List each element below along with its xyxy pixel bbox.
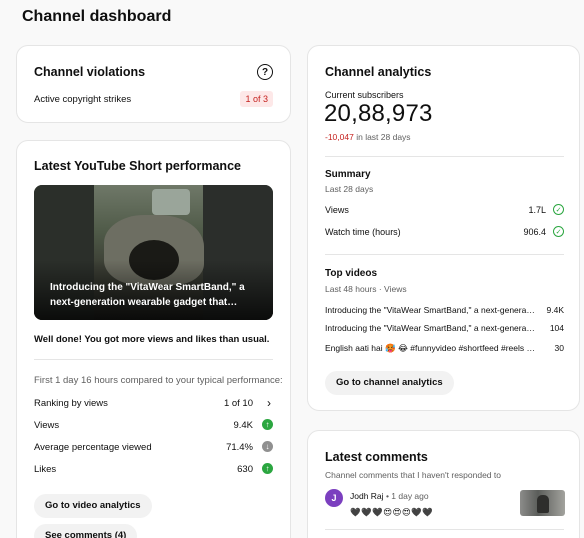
top-video-views: 104 [549, 323, 564, 333]
comment-video-thumbnail[interactable] [520, 490, 565, 516]
subscriber-change-period: in last 28 days [356, 132, 411, 142]
compare-text: First 1 day 16 hours compared to your ty… [34, 375, 283, 386]
arrow-up-icon: ↑ [262, 463, 273, 474]
short-performance-card: Latest YouTube Short performance Introdu… [16, 140, 291, 538]
check-icon: ✓ [553, 204, 564, 215]
metric-row-likes: Likes 630 ↑ [34, 463, 273, 478]
summary-value: 1.7L [528, 205, 546, 215]
subscribers-label: Current subscribers [325, 90, 404, 100]
metric-row-views: Views 9.4K ↑ [34, 419, 273, 434]
thumbnail-scene [537, 495, 549, 513]
top-video-title: Introducing the "VitaWear SmartBand," a … [325, 305, 537, 315]
metric-row-avg-viewed: Average percentage viewed 71.4% ↓ [34, 441, 273, 456]
summary-label: Views [325, 205, 349, 215]
top-video-title: English aati hai 🥵 😂 #funnyvideo #shortf… [325, 343, 537, 353]
see-comments-button[interactable]: See comments (4) [34, 524, 138, 538]
top-video-title: Introducing the "VitaWear SmartBand," a … [325, 323, 537, 333]
strikes-label: Active copyright strikes [34, 94, 132, 105]
metric-value: 9.4K [233, 420, 253, 431]
top-video-views: 30 [554, 343, 564, 353]
summary-value: 906.4 [523, 227, 546, 237]
comment-author-name[interactable]: Jodh Raj [350, 491, 384, 501]
arrow-down-icon: ↓ [262, 441, 273, 452]
summary-row-views: Views 1.7L ✓ [325, 204, 564, 219]
comment-time: • 1 day ago [385, 491, 429, 501]
check-icon: ✓ [553, 226, 564, 237]
top-videos-title: Top videos [325, 268, 378, 279]
top-video-views: 9.4K [546, 305, 565, 315]
subscriber-change: -10,047 in last 28 days [325, 132, 411, 142]
summary-period: Last 28 days [325, 184, 374, 194]
top-video-row[interactable]: English aati hai 🥵 😂 #funnyvideo #shortf… [325, 343, 564, 357]
strikes-badge: 1 of 3 [240, 91, 273, 107]
divider [325, 254, 564, 255]
comment-text: 🖤🖤🖤😍😍😍🖤🖤 [350, 507, 434, 517]
metric-label: Views [34, 420, 60, 431]
subscriber-count: 20,88,973 [324, 100, 433, 127]
metric-label: Ranking by views [34, 398, 108, 409]
top-videos-period: Last 48 hours · Views [325, 284, 407, 294]
arrow-up-icon: ↑ [262, 419, 273, 430]
metric-value: 630 [237, 464, 253, 475]
divider [34, 359, 273, 360]
channel-analytics-card: Channel analytics Current subscribers 20… [307, 45, 580, 411]
metric-value: 1 of 10 [223, 398, 253, 409]
channel-violations-card: Channel violations ? Active copyright st… [16, 45, 291, 123]
divider [325, 529, 564, 530]
latest-comments-card: Latest comments Channel comments that I … [307, 430, 580, 538]
divider [325, 156, 564, 157]
short-performance-title: Latest YouTube Short performance [34, 159, 241, 173]
top-video-row[interactable]: Introducing the "VitaWear SmartBand," a … [325, 305, 564, 319]
subscriber-change-value: -10,047 [325, 132, 354, 142]
avatar[interactable]: J [325, 489, 343, 507]
top-video-row[interactable]: Introducing the "VitaWear SmartBand," a … [325, 323, 564, 337]
summary-label: Watch time (hours) [325, 227, 401, 237]
go-to-channel-analytics-button[interactable]: Go to channel analytics [325, 371, 454, 395]
thumbnail-scene [152, 189, 190, 215]
metric-value: 71.4% [226, 442, 253, 453]
comments-subtitle: Channel comments that I haven't responde… [325, 470, 501, 480]
summary-title: Summary [325, 169, 371, 180]
metric-label: Average percentage viewed [34, 442, 152, 453]
comment-author: Jodh Raj • 1 day ago [350, 491, 429, 501]
chevron-right-icon: › [267, 396, 271, 410]
analytics-title: Channel analytics [325, 65, 432, 79]
summary-row-watch-time: Watch time (hours) 906.4 ✓ [325, 226, 564, 241]
metric-label: Likes [34, 464, 57, 475]
metric-row-ranking[interactable]: Ranking by views 1 of 10 › [34, 396, 273, 412]
comments-title: Latest comments [325, 450, 428, 464]
performance-message: Well done! You got more views and likes … [34, 334, 270, 345]
page-title: Channel dashboard [22, 8, 172, 25]
video-caption: Introducing the "VitaWear SmartBand," a … [50, 282, 245, 308]
go-to-video-analytics-button[interactable]: Go to video analytics [34, 494, 152, 518]
violations-title: Channel violations [34, 65, 146, 79]
help-icon[interactable]: ? [257, 64, 273, 80]
video-thumbnail[interactable]: Introducing the "VitaWear SmartBand," a … [34, 185, 273, 320]
